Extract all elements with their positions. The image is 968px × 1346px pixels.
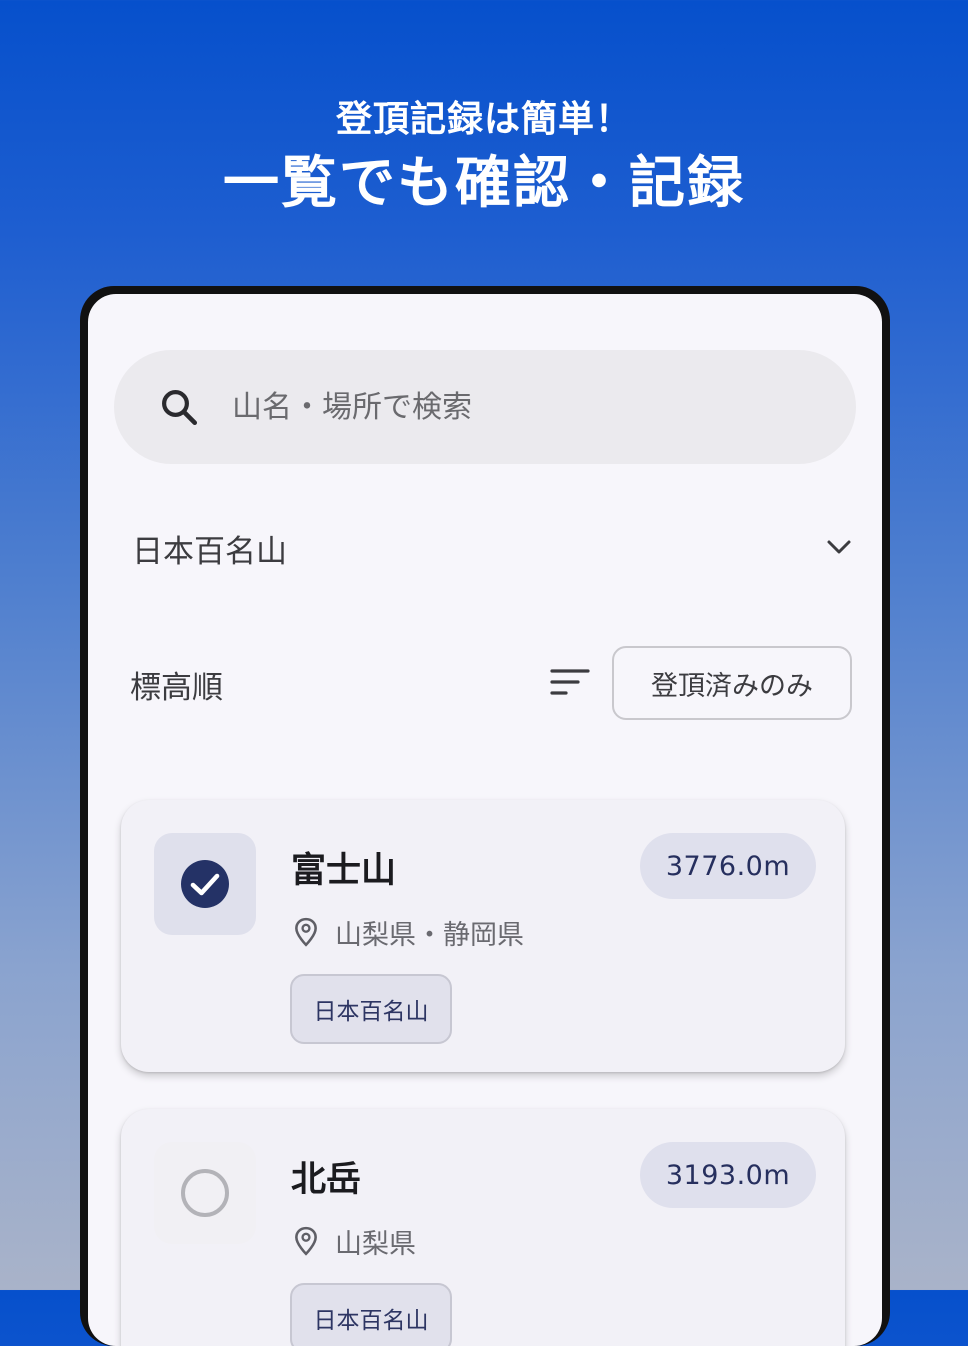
category-dropdown[interactable]: 日本百名山 [112, 514, 854, 578]
mountain-tag: 日本百名山 [290, 1283, 452, 1346]
empty-circle-icon [181, 1169, 229, 1217]
mountain-name: 北岳 [291, 1160, 362, 1200]
climbed-toggle[interactable] [154, 1142, 256, 1244]
search-icon [162, 390, 198, 426]
chevron-down-icon [827, 540, 851, 554]
climbed-toggle[interactable] [154, 833, 256, 935]
mountain-tag: 日本百名山 [290, 974, 452, 1044]
location-pin-icon [295, 1226, 317, 1256]
check-circle-icon [181, 860, 229, 908]
sort-icon[interactable] [550, 666, 590, 698]
location-pin-icon [295, 917, 317, 947]
mountain-card[interactable]: 北岳 山梨県 日本百名山 3193.0m [121, 1109, 845, 1346]
search-bar[interactable] [114, 350, 856, 464]
mountain-location-text: 山梨県・静岡県 [335, 919, 524, 951]
sort-order-label: 標高順 [130, 670, 223, 706]
mountain-location: 山梨県・静岡県 [293, 912, 524, 952]
elevation-badge: 3776.0m [640, 833, 816, 899]
search-input[interactable] [230, 378, 794, 436]
mountain-location-text: 山梨県 [335, 1228, 416, 1260]
promo-title: 一覧でも確認・記録 [223, 151, 745, 216]
promo-subtitle: 登頂記録は簡単！ [335, 99, 632, 140]
elevation-badge: 3193.0m [640, 1142, 816, 1208]
mountain-card[interactable]: 富士山 山梨県・静岡県 日本百名山 3776.0m [121, 800, 845, 1072]
mountain-name: 富士山 [291, 851, 397, 891]
mountain-location: 山梨県 [293, 1221, 416, 1261]
category-selected-label: 日本百名山 [132, 534, 287, 570]
climbed-only-filter-button[interactable]: 登頂済みのみ [612, 646, 852, 720]
device-frame: 日本百名山 標高順 登頂済みのみ 富士山 [80, 286, 890, 1346]
app-screen: 日本百名山 標高順 登頂済みのみ 富士山 [88, 294, 882, 1346]
